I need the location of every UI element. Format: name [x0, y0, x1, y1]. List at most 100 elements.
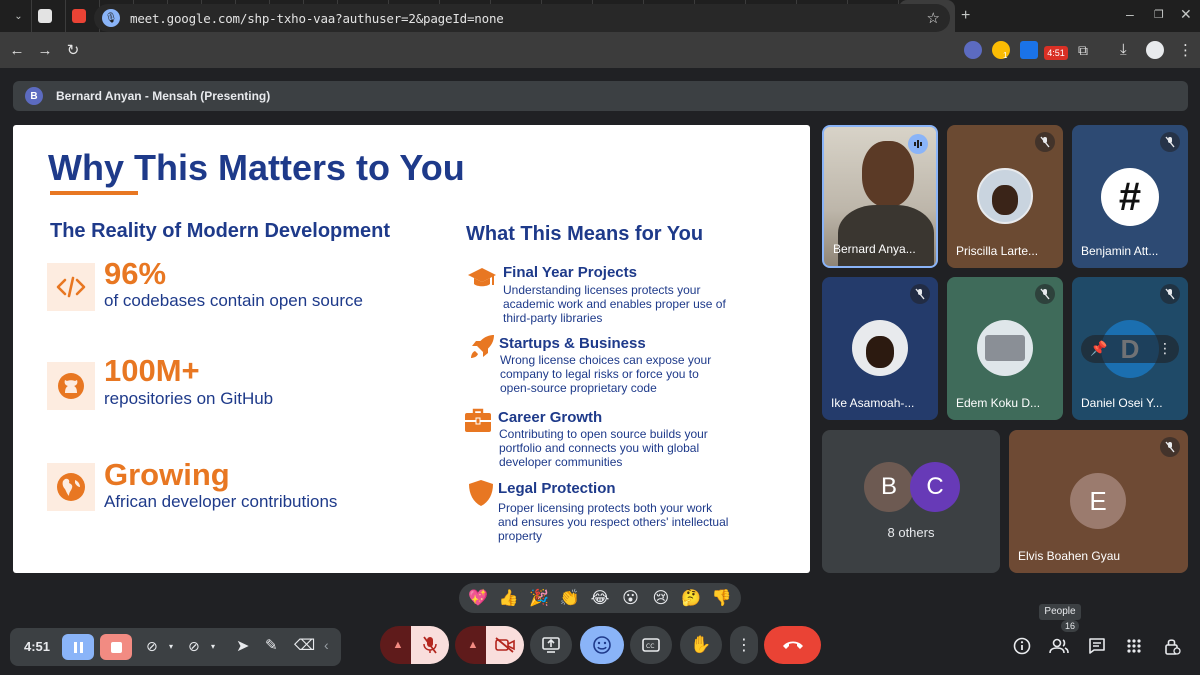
participant-tile[interactable]: Bernard Anya...	[822, 125, 938, 268]
tab-search-button[interactable]: ⌄	[6, 0, 32, 32]
participant-tile[interactable]: D 📌 ⋮ Daniel Osei Y...	[1072, 277, 1188, 420]
presentation-slide: Why This Matters to You The Reality of M…	[13, 125, 810, 573]
maximize-icon[interactable]: ❐	[1154, 8, 1164, 21]
people-count-badge: 16	[1061, 620, 1079, 632]
reaction-heart[interactable]: 💖	[465, 588, 491, 608]
slide-title: Why This Matters to You	[48, 147, 465, 188]
reaction-surprised[interactable]: 😮	[617, 588, 643, 608]
leave-call-button[interactable]	[764, 626, 821, 664]
raise-hand-button[interactable]: ✋	[680, 626, 722, 664]
presenter-banner: B Bernard Anyan - Mensah (Presenting)	[13, 81, 1188, 111]
people-icon[interactable]	[1045, 632, 1073, 660]
mic-toggle-button[interactable]	[411, 626, 449, 664]
camera-toggle-button[interactable]	[486, 626, 524, 664]
chat-icon[interactable]	[1083, 632, 1111, 660]
download-icon[interactable]: ⤓	[1120, 41, 1127, 58]
point-title: Career Growth	[498, 409, 603, 426]
browser-menu-icon[interactable]: ⋮	[1178, 41, 1193, 59]
participant-name: Priscilla Larte...	[956, 244, 1039, 258]
minimize-icon[interactable]: –	[1126, 6, 1134, 22]
point-description: Wrong license choices can expose your co…	[500, 353, 712, 395]
point-description: Contributing to open source builds your …	[499, 427, 708, 469]
participant-tile[interactable]: Priscilla Larte...	[947, 125, 1063, 268]
pen-tool-icon[interactable]: ✎	[265, 636, 278, 654]
participant-name: Edem Koku D...	[956, 396, 1041, 410]
pause-button[interactable]	[62, 634, 94, 660]
reaction-party[interactable]: 🎉	[526, 588, 552, 608]
right-column-heading: What This Means for You	[466, 223, 704, 245]
browser-tab[interactable]	[32, 0, 66, 32]
video-tool-dropdown-icon[interactable]: ▾	[169, 642, 173, 651]
graduation-cap-icon	[467, 263, 497, 293]
timer-extension-badge[interactable]: 4:51	[1044, 46, 1068, 60]
stat-description: of codebases contain open source	[104, 291, 363, 310]
reactions-bar: 💖 👍 🎉 👏 😂 😮 😢 🤔 👎	[459, 583, 741, 613]
video-off-tool-icon[interactable]: ⊘	[146, 638, 158, 655]
pointer-tool-icon[interactable]: ➤	[236, 636, 249, 656]
presenter-toolbar	[10, 628, 341, 666]
more-options-icon[interactable]: ⋮	[1158, 340, 1172, 357]
mic-tool-dropdown-icon[interactable]: ▾	[211, 642, 215, 651]
participant-tile[interactable]: E Elvis Boahen Gyau	[1009, 430, 1188, 573]
point-title: Startups & Business	[499, 335, 646, 352]
more-options-button[interactable]: ⋮	[730, 626, 758, 664]
extensions-puzzle-icon[interactable]: ⧉	[1078, 42, 1088, 59]
reaction-laugh[interactable]: 😂	[587, 588, 613, 608]
participant-avatar	[977, 168, 1033, 224]
hash-avatar-icon: #	[1101, 168, 1159, 226]
host-controls-icon[interactable]	[1158, 632, 1186, 660]
captions-button[interactable]: CC	[630, 626, 672, 664]
point-description: Understanding licenses protects your aca…	[503, 283, 726, 325]
presenter-label: Bernard Anyan - Mensah (Presenting)	[56, 89, 271, 103]
stat-description: African developer contributions	[104, 492, 338, 511]
translate-icon[interactable]	[1020, 41, 1038, 59]
point-description: Proper licensing protects both your work…	[498, 501, 729, 543]
activities-icon[interactable]	[1120, 632, 1148, 660]
new-tab-button[interactable]: +	[955, 0, 976, 32]
stat-value: Growing	[104, 457, 230, 492]
collapse-toolbar-icon[interactable]: ‹	[324, 637, 329, 653]
reaction-thinking[interactable]: 🤔	[678, 588, 704, 608]
close-window-icon[interactable]: ✕	[1180, 6, 1192, 23]
site-info-icon[interactable]: 🎙	[102, 9, 120, 27]
tab-favicon-icon	[72, 9, 86, 23]
muted-mic-icon	[1035, 132, 1055, 152]
muted-mic-icon	[1160, 437, 1180, 457]
title-underline	[50, 191, 138, 195]
reaction-clap[interactable]: 👏	[557, 588, 583, 608]
participant-tile[interactable]: Edem Koku D...	[947, 277, 1063, 420]
stop-button[interactable]	[100, 634, 132, 660]
speaking-indicator-icon	[908, 134, 928, 154]
meeting-clock: 4:51	[24, 639, 51, 654]
participant-avatar: E	[1070, 473, 1126, 529]
present-screen-button[interactable]	[530, 626, 572, 664]
url-text[interactable]: meet.google.com/shp-txho-vaa?authuser=2&…	[130, 11, 504, 26]
participant-tile[interactable]: Ike Asamoah-...	[822, 277, 938, 420]
reactions-button[interactable]	[580, 626, 624, 664]
participant-tile[interactable]: # Benjamin Att...	[1072, 125, 1188, 268]
mic-off-tool-icon[interactable]: ⊘	[188, 638, 200, 655]
participant-avatar: B	[864, 462, 914, 512]
reaction-thumbs-up[interactable]: 👍	[496, 588, 522, 608]
pin-icon[interactable]: 📌	[1090, 340, 1107, 357]
svg-text:CC: CC	[646, 643, 654, 650]
address-bar[interactable]: 🎙 meet.google.com/shp-txho-vaa?authuser=…	[94, 4, 950, 32]
meeting-info-icon[interactable]	[1008, 632, 1036, 660]
reaction-sad[interactable]: 😢	[648, 588, 674, 608]
forward-icon[interactable]: →	[31, 42, 59, 59]
bookmark-star-icon[interactable]: ☆	[927, 9, 940, 27]
participant-name: Ike Asamoah-...	[831, 396, 915, 410]
reload-icon[interactable]: ↻	[59, 41, 87, 59]
participant-name: Benjamin Att...	[1081, 244, 1159, 258]
others-tile[interactable]: B C 8 others	[822, 430, 1000, 573]
globe-africa-icon	[47, 463, 95, 511]
back-icon[interactable]: ←	[3, 42, 31, 59]
eraser-tool-icon[interactable]: ⌫	[294, 636, 315, 654]
profile-avatar[interactable]	[1146, 41, 1164, 59]
muted-mic-icon	[1160, 132, 1180, 152]
extension-icon[interactable]	[964, 41, 982, 59]
reaction-thumbs-down[interactable]: 👎	[709, 588, 735, 608]
point-title: Legal Protection	[498, 480, 616, 497]
participant-avatar: C	[910, 462, 960, 512]
code-icon	[47, 263, 95, 311]
